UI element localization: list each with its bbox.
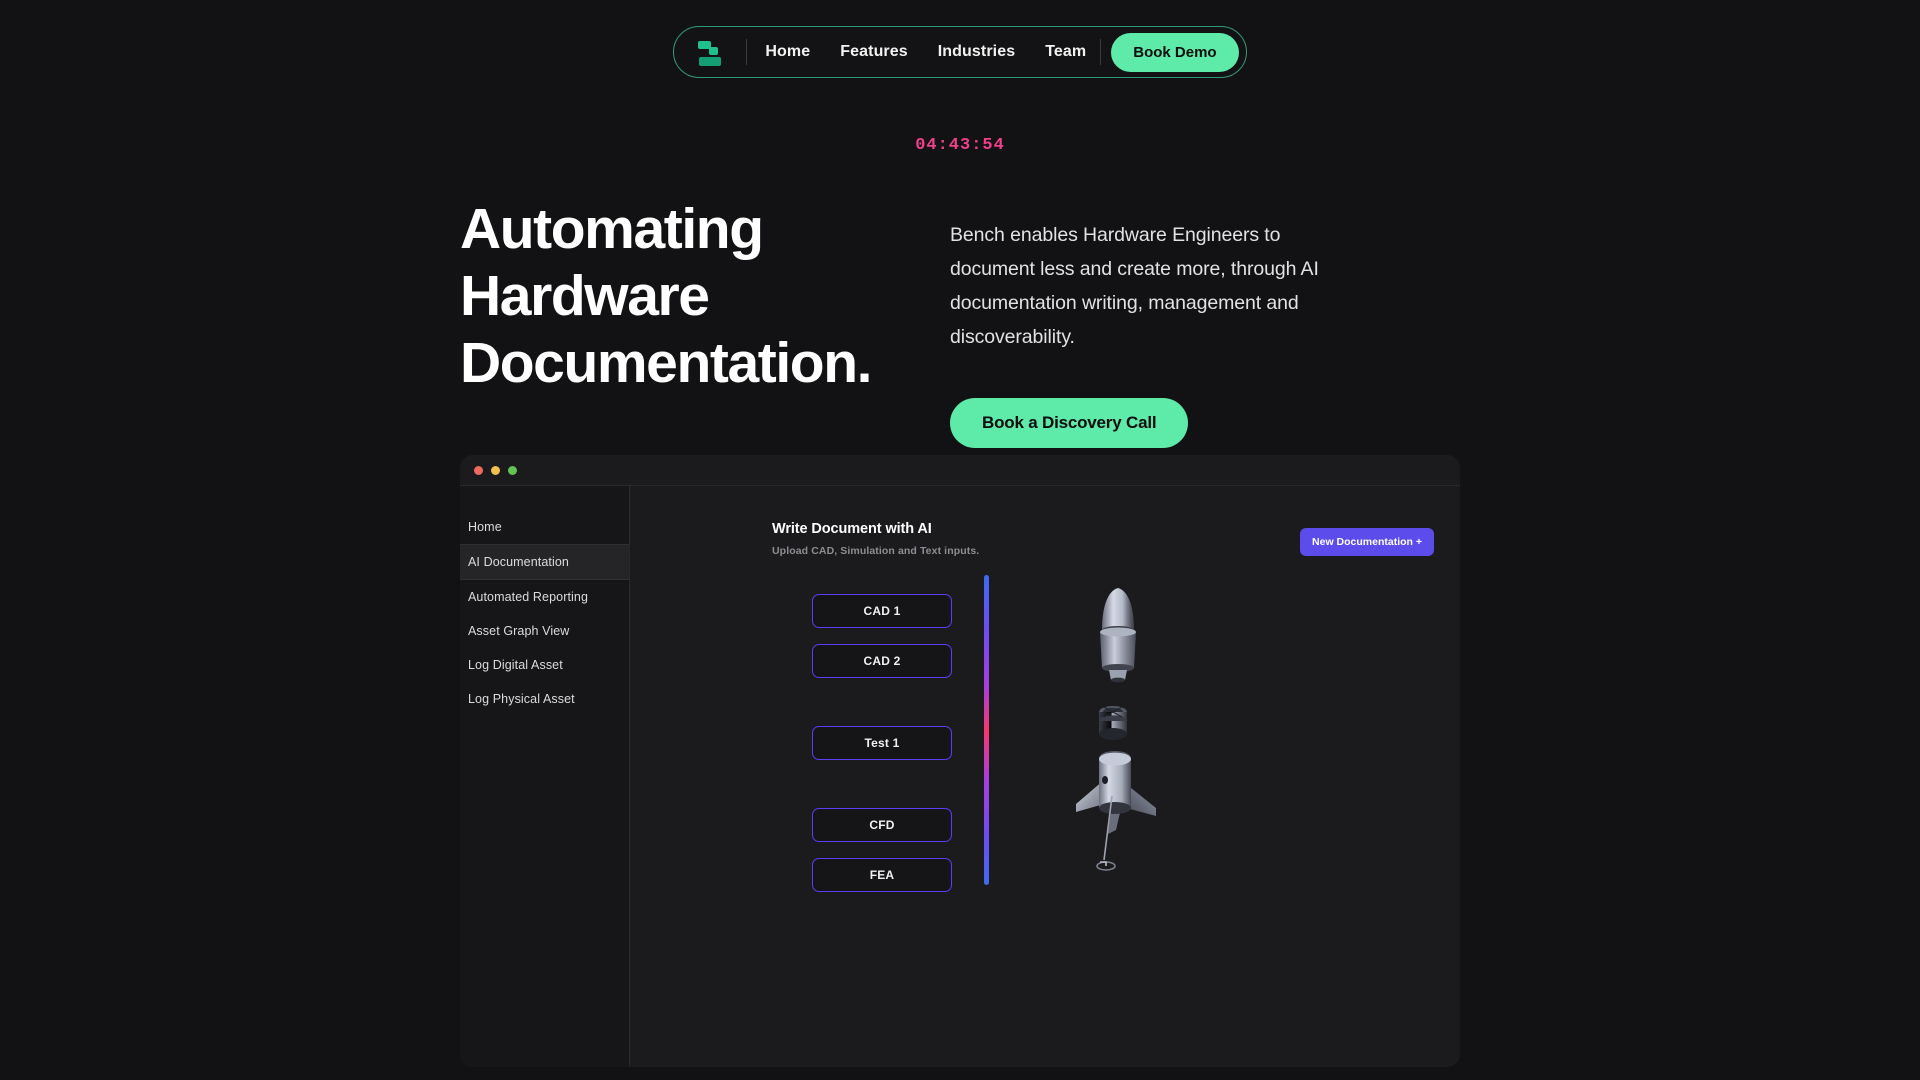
main-header: Write Document with AI Upload CAD, Simul… xyxy=(772,521,1434,557)
input-cards-list: CAD 1 CAD 2 Test 1 CFD FEA xyxy=(812,594,952,892)
nav-link-features[interactable]: Features xyxy=(840,43,908,61)
nose-cone-model-icon xyxy=(1100,588,1136,683)
input-card-fea[interactable]: FEA xyxy=(812,858,952,892)
hero-title-line-3: Documentation. xyxy=(460,331,872,395)
sidebar-item-log-digital-asset[interactable]: Log Digital Asset xyxy=(460,648,629,682)
app-window-mockup: Home AI Documentation Automated Reportin… xyxy=(460,455,1460,1067)
input-card-cfd[interactable]: CFD xyxy=(812,808,952,842)
nav-links: Home Features Industries Team xyxy=(765,43,1086,61)
hero-section: Automating Hardware Documentation. Bench… xyxy=(460,196,1460,448)
countdown-timer: 04:43:54 xyxy=(915,136,1005,155)
sidebar-item-automated-reporting[interactable]: Automated Reporting xyxy=(460,580,629,614)
input-card-cad-2[interactable]: CAD 2 xyxy=(812,644,952,678)
hero-left-column: Automating Hardware Documentation. xyxy=(460,196,890,448)
hero-title-line-2: Hardware xyxy=(460,264,710,328)
input-card-cad-1[interactable]: CAD 1 xyxy=(812,594,952,628)
page-title: Automating Hardware Documentation. xyxy=(460,196,890,397)
bench-logo-icon[interactable] xyxy=(696,37,726,67)
input-card-test-1[interactable]: Test 1 xyxy=(812,726,952,760)
nav-link-team[interactable]: Team xyxy=(1045,43,1086,61)
book-discovery-call-button[interactable]: Book a Discovery Call xyxy=(950,398,1189,448)
main-header-text: Write Document with AI Upload CAD, Simul… xyxy=(772,521,979,557)
rocket-fins-model-icon xyxy=(1076,751,1156,871)
sidebar-item-home[interactable]: Home xyxy=(460,510,629,544)
main-title: Write Document with AI xyxy=(772,521,932,537)
app-main-panel: Write Document with AI Upload CAD, Simul… xyxy=(630,486,1460,1067)
nav-link-industries[interactable]: Industries xyxy=(938,43,1015,61)
book-demo-button[interactable]: Book Demo xyxy=(1111,32,1239,72)
navbar: Home Features Industries Team Book Demo xyxy=(673,26,1247,78)
main-subtitle: Upload CAD, Simulation and Text inputs. xyxy=(772,545,980,557)
hero-right-column: Bench enables Hardware Engineers to docu… xyxy=(890,196,1360,448)
window-minimize-button[interactable] xyxy=(491,465,500,475)
nav-divider-left xyxy=(746,39,748,65)
logo-shape-mid xyxy=(709,47,719,55)
window-maximize-button[interactable] xyxy=(508,465,517,475)
nav-divider-right xyxy=(1100,39,1102,65)
app-body: Home AI Documentation Automated Reportin… xyxy=(460,485,1460,1067)
sidebar-item-ai-documentation[interactable]: AI Documentation xyxy=(460,544,629,580)
sidebar-item-asset-graph-view[interactable]: Asset Graph View xyxy=(460,614,629,648)
window-titlebar xyxy=(460,455,1460,485)
app-sidebar: Home AI Documentation Automated Reportin… xyxy=(460,486,630,1067)
cad-render-gallery xyxy=(1060,582,1220,902)
hero-paragraph: Bench enables Hardware Engineers to docu… xyxy=(950,224,1319,348)
logo-shape-bottom xyxy=(699,57,722,66)
gradient-progress-bar xyxy=(984,575,989,885)
hero-title-line-1: Automating xyxy=(460,197,764,261)
navbar-container: Home Features Industries Team Book Demo xyxy=(0,26,1920,78)
nav-link-home[interactable]: Home xyxy=(765,43,810,61)
new-documentation-button[interactable]: New Documentation + xyxy=(1300,528,1434,556)
window-close-button[interactable] xyxy=(474,465,483,475)
sidebar-item-log-physical-asset[interactable]: Log Physical Asset xyxy=(460,682,629,716)
